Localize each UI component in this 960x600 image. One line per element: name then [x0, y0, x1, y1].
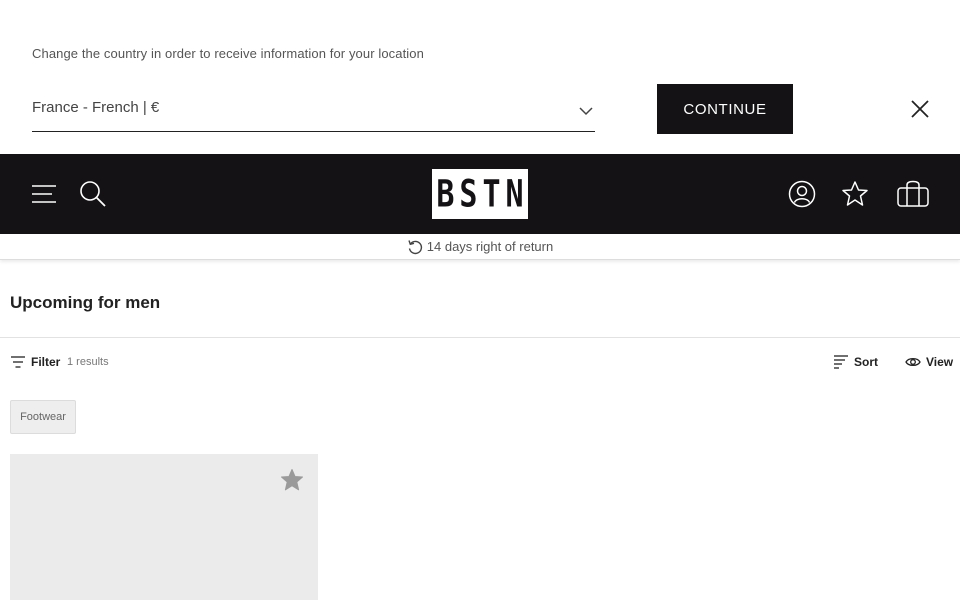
- menu-icon[interactable]: [30, 180, 58, 208]
- wishlist-star-icon[interactable]: [841, 180, 869, 208]
- eye-icon: [905, 357, 921, 367]
- country-selector-bar: Change the country in order to receive i…: [0, 0, 960, 154]
- search-icon[interactable]: [79, 180, 107, 208]
- filter-chip-footwear[interactable]: Footwear: [10, 400, 76, 434]
- results-count: 1 results: [67, 356, 109, 368]
- continue-button[interactable]: CONTINUE: [657, 84, 793, 134]
- product-card[interactable]: [10, 454, 318, 600]
- sort-icon: [834, 355, 848, 369]
- chevron-down-icon: [579, 107, 593, 116]
- bstn-logo[interactable]: BSTN: [432, 169, 528, 219]
- page-title: Upcoming for men: [10, 293, 161, 312]
- bag-icon[interactable]: [896, 180, 930, 208]
- account-icon[interactable]: [788, 180, 816, 208]
- close-icon[interactable]: [910, 99, 930, 119]
- return-arrow-icon: [408, 239, 422, 254]
- logo-text: BSTN: [436, 172, 529, 216]
- star-icon[interactable]: [280, 468, 304, 492]
- country-select-value: France - French | €: [32, 99, 160, 116]
- sort-label: Sort: [854, 355, 878, 369]
- filter-button[interactable]: Filter: [10, 353, 60, 371]
- return-policy-text: 14 days right of return: [426, 239, 554, 254]
- return-policy-strip: 14 days right of return: [0, 234, 960, 260]
- filter-label: Filter: [31, 355, 61, 369]
- view-label: View: [926, 355, 954, 369]
- sort-button[interactable]: Sort: [833, 353, 878, 371]
- divider: [0, 337, 960, 338]
- site-header: BSTN: [0, 154, 960, 234]
- view-button[interactable]: View: [905, 353, 953, 371]
- country-select[interactable]: France - French | €: [32, 94, 595, 132]
- filter-icon: [11, 356, 25, 368]
- country-message: Change the country in order to receive i…: [32, 46, 424, 61]
